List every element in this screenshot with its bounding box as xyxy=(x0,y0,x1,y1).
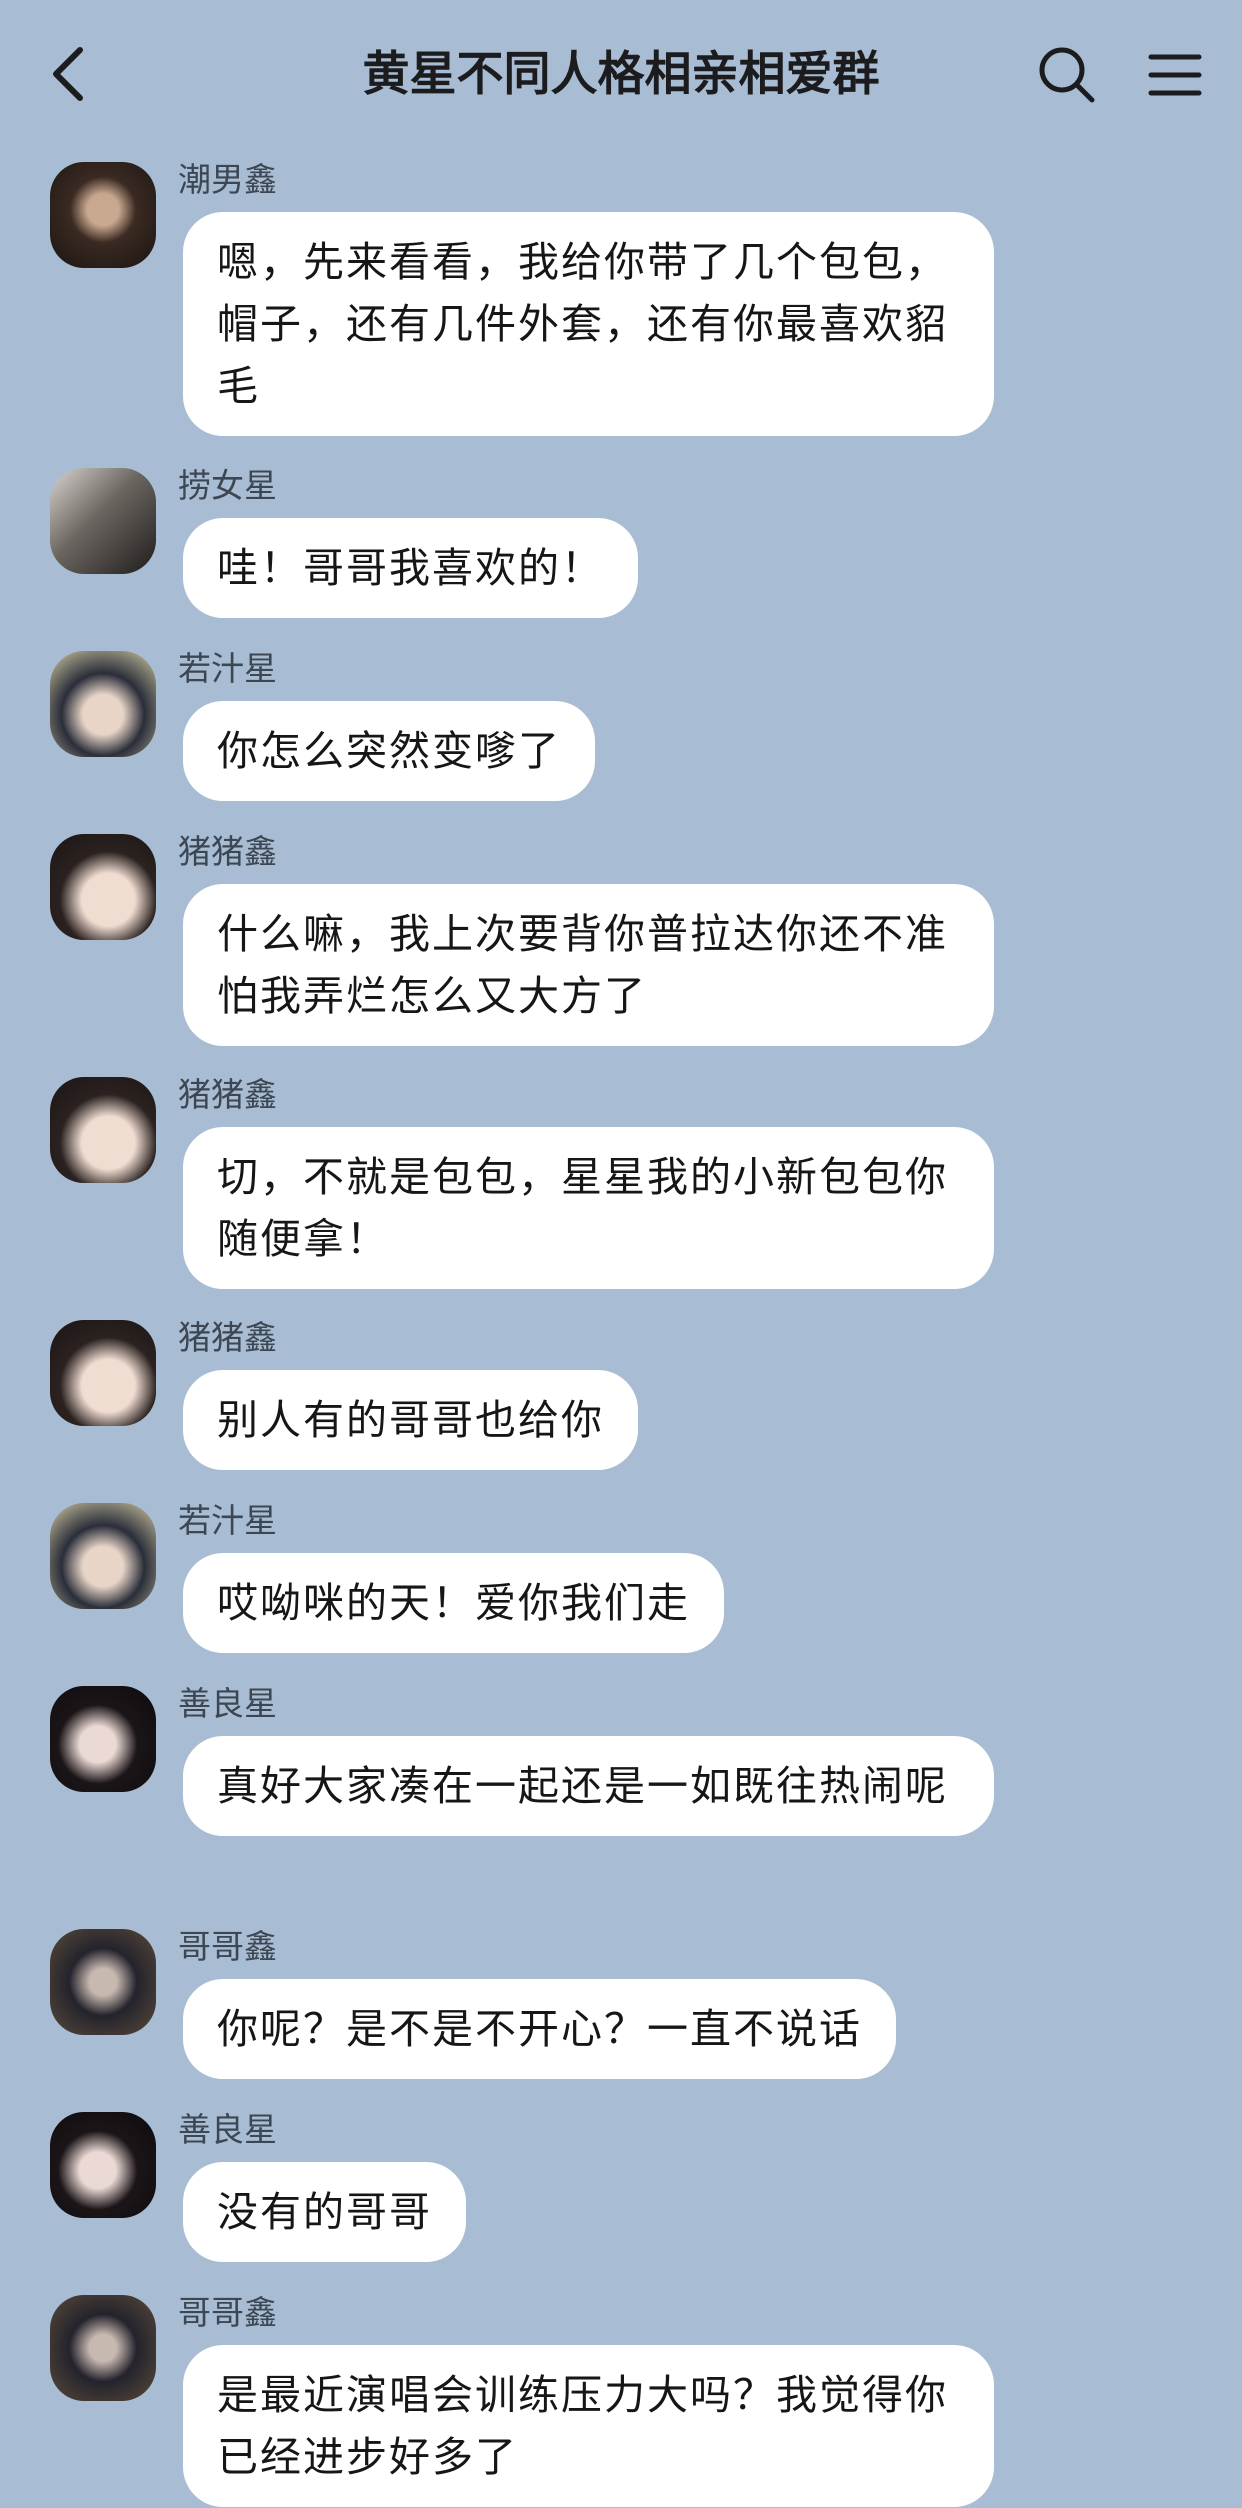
avatar[interactable] xyxy=(50,2295,156,2401)
avatar[interactable] xyxy=(50,1929,156,2035)
chat-header: 黄星不同人格相亲相爱群 xyxy=(0,0,1242,150)
avatar[interactable] xyxy=(50,1320,156,1426)
search-icon xyxy=(1039,47,1095,103)
sender-name: 哥哥鑫 xyxy=(178,1927,277,1966)
sender-name: 猪猪鑫 xyxy=(178,1318,277,1357)
message-bubble[interactable]: 是最近演唱会训练压力大吗？我觉得你已经进步好多了 xyxy=(183,2345,994,2507)
sender-name: 猪猪鑫 xyxy=(178,832,277,871)
avatar[interactable] xyxy=(50,651,156,757)
sender-name: 善良星 xyxy=(178,1684,277,1723)
message-bubble[interactable]: 别人有的哥哥也给你 xyxy=(183,1370,638,1470)
message-bubble[interactable]: 什么嘛，我上次要背你普拉达你还不准怕我弄烂怎么又大方了 xyxy=(183,884,994,1046)
sender-name: 若汁星 xyxy=(178,649,277,688)
message-bubble[interactable]: 哎呦咪的天！爱你我们走 xyxy=(183,1553,724,1653)
avatar[interactable] xyxy=(50,162,156,268)
message-bubble[interactable]: 嗯，先来看看，我给你带了几个包包，帽子，还有几件外套，还有你最喜欢貂毛 xyxy=(183,212,994,436)
avatar[interactable] xyxy=(50,1077,156,1183)
avatar[interactable] xyxy=(50,834,156,940)
sender-name: 若汁星 xyxy=(178,1501,277,1540)
sender-name: 善良星 xyxy=(178,2110,277,2149)
avatar[interactable] xyxy=(50,468,156,574)
search-button[interactable] xyxy=(1032,40,1102,110)
message-bubble[interactable]: 哇！哥哥我喜欢的！ xyxy=(183,518,638,618)
chat-title: 黄星不同人格相亲相爱群 xyxy=(362,47,880,102)
avatar[interactable] xyxy=(50,1503,156,1609)
sender-name: 捞女星 xyxy=(178,466,277,505)
message-bubble[interactable]: 真好大家凑在一起还是一如既往热闹呢 xyxy=(183,1736,994,1836)
chevron-left-icon xyxy=(53,47,83,101)
sender-name: 潮男鑫 xyxy=(178,160,277,199)
message-bubble[interactable]: 切，不就是包包，星星我的小新包包你随便拿！ xyxy=(183,1127,994,1289)
message-bubble[interactable]: 你呢？是不是不开心？一直不说话 xyxy=(183,1979,896,2079)
back-button[interactable] xyxy=(40,42,96,106)
sender-name: 哥哥鑫 xyxy=(178,2293,277,2332)
sender-name: 猪猪鑫 xyxy=(178,1075,277,1114)
avatar[interactable] xyxy=(50,1686,156,1792)
message-bubble[interactable]: 没有的哥哥 xyxy=(183,2162,466,2262)
menu-icon xyxy=(1148,54,1202,96)
avatar[interactable] xyxy=(50,2112,156,2218)
menu-button[interactable] xyxy=(1140,44,1210,106)
message-bubble[interactable]: 你怎么突然变嗲了 xyxy=(183,701,595,801)
